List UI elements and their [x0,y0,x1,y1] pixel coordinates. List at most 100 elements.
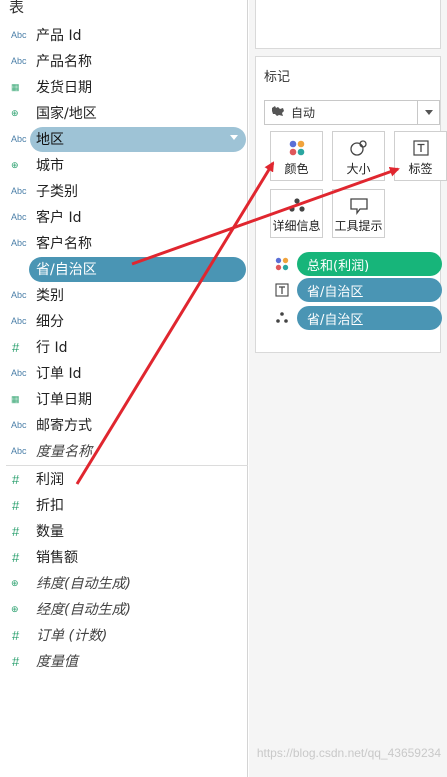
string-type-icon: Abc [11,186,27,196]
field-measures-4[interactable]: ⊕ 纬度(自动生成) [0,570,248,596]
field-label: 城市 [36,158,64,174]
field-measures-1[interactable]: # 折扣 [0,492,248,518]
measure-pill-sum-profit[interactable]: 总和(利润) [297,252,442,276]
field-dimensions-1[interactable]: Abc 产品名称 [0,48,248,74]
number-type-icon: # [12,627,20,643]
field-label: 利润 [36,472,64,488]
field-label: 类别 [36,288,64,304]
field-label: 订单 (计数) [36,628,108,644]
size-button[interactable]: 大小 [332,131,385,181]
field-label: 产品名称 [36,54,92,70]
number-type-icon: # [12,653,20,669]
watermark: https://blog.csdn.net/qq_43659234 [256,746,441,760]
shelf-detail-field[interactable]: 省/自治区 [268,306,443,330]
field-measures-2[interactable]: # 数量 [0,518,248,544]
field-measures-5[interactable]: ⊕ 经度(自动生成) [0,596,248,622]
field-dimensions-16[interactable]: Abc 度量名称 [0,438,248,464]
field-dimensions-11[interactable]: Abc 细分 [0,308,248,334]
number-type-icon: # [12,339,20,355]
globe-icon: ⊕ [11,603,19,614]
field-label: 客户 Id [36,210,82,226]
field-label: 子类别 [36,184,78,200]
field-label: 经度(自动生成) [36,602,131,618]
field-dimensions-14[interactable]: ▦ 订单日期 [0,386,248,412]
dimension-pill-province-label[interactable]: 省/自治区 [297,278,442,302]
speech-bubble-icon [333,196,384,216]
field-label: 折扣 [36,498,64,514]
text-label-icon [395,138,446,158]
calendar-icon: ▦ [11,393,20,404]
string-type-icon: Abc [11,316,27,326]
shelf-color-field[interactable]: 总和(利润) [268,252,443,276]
chevron-down-icon[interactable] [417,101,439,124]
mark-type-label: 自动 [291,106,316,120]
number-type-icon: # [12,497,20,513]
tooltip-button[interactable]: 工具提示 [332,189,385,238]
field-dimensions-7[interactable]: Abc 客户 Id [0,204,248,230]
field-label: 客户名称 [36,236,92,252]
field-dimensions-10[interactable]: Abc 类别 [0,282,248,308]
string-type-icon: Abc [11,212,27,222]
field-dimensions-13[interactable]: Abc 订单 Id [0,360,248,386]
string-type-icon: Abc [11,446,27,456]
string-type-icon: Abc [11,290,27,300]
field-label: 度量名称 [36,444,92,460]
field-label: 度量值 [36,654,78,670]
label-button[interactable]: 标签 [394,131,447,181]
number-type-icon: # [12,471,20,487]
calendar-icon: ▦ [11,81,20,92]
field-measures-0[interactable]: # 利润 [0,466,248,492]
globe-icon: ⊕ [11,159,19,170]
color-dots-icon [274,256,290,272]
field-label: 细分 [36,314,64,330]
field-dimensions-15[interactable]: Abc 邮寄方式 [0,412,248,438]
number-type-icon: # [12,523,20,539]
field-label: 行 Id [36,340,68,356]
detail-dots-icon [271,196,322,216]
mark-type-dropdown[interactable]: 自动 [264,100,440,125]
string-type-icon: Abc [11,30,27,40]
field-label: 销售额 [36,550,78,566]
map-icon [271,105,285,120]
field-dimensions-4[interactable]: Abc 地区 [0,126,248,152]
measures-divider [6,465,248,466]
field-dimensions-6[interactable]: Abc 子类别 [0,178,248,204]
field-measures-3[interactable]: # 销售额 [0,544,248,570]
shelf-label-field[interactable]: 省/自治区 [268,278,443,302]
field-label: 邮寄方式 [36,418,92,434]
detail-button-label: 详细信息 [272,219,321,233]
field-dimensions-3[interactable]: ⊕ 国家/地区 [0,100,248,126]
field-dimensions-5[interactable]: ⊕ 城市 [0,152,248,178]
color-dots-icon [271,138,322,158]
field-label: 数量 [36,524,64,540]
string-type-icon: Abc [11,134,27,144]
dimension-pill-province-detail[interactable]: 省/自治区 [297,306,442,330]
tooltip-button-label: 工具提示 [334,219,383,233]
field-dimensions-2[interactable]: ▦ 发货日期 [0,74,248,100]
detail-dots-icon [274,310,290,326]
field-measures-7[interactable]: # 度量值 [0,648,248,674]
field-label: 纬度(自动生成) [36,576,131,592]
label-button-label: 标签 [408,162,433,176]
field-dimensions-0[interactable]: Abc 产品 Id [0,22,248,48]
detail-button[interactable]: 详细信息 [270,189,323,238]
marks-card: 标记 自动 颜色 大小 标签 详细信息 工具提示 总和(利润) 省/自治区 省/… [255,56,447,353]
string-type-icon: Abc [11,420,27,430]
field-dimensions-9[interactable]: ⊕ 省/自治区 [0,256,248,282]
field-measures-6[interactable]: # 订单 (计数) [0,622,248,648]
filters-shelf[interactable] [255,0,441,49]
field-dimensions-12[interactable]: # 行 Id [0,334,248,360]
text-label-icon [274,282,290,298]
number-type-icon: # [12,549,20,565]
field-dimensions-8[interactable]: Abc 客户名称 [0,230,248,256]
pane-title: 表 [9,0,25,16]
field-label: 订单 Id [36,366,82,382]
marks-title: 标记 [264,70,291,85]
right-pane: 标记 自动 颜色 大小 标签 详细信息 工具提示 总和(利润) 省/自治区 省/… [249,0,447,777]
field-label: 产品 Id [36,28,82,44]
field-label: 发货日期 [36,80,92,96]
string-type-icon: Abc [11,238,27,248]
size-button-label: 大小 [346,162,371,176]
color-button[interactable]: 颜色 [270,131,323,181]
field-label: 订单日期 [36,392,92,408]
